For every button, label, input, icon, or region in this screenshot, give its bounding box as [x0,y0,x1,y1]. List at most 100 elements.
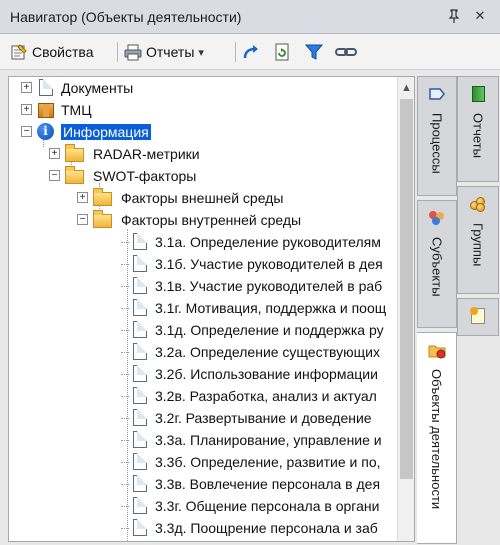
properties-icon [10,43,28,61]
tree-row-document[interactable]: 3.2б. Использование информации [121,363,378,385]
green-book-icon [469,85,487,103]
document-icon [131,519,149,537]
tree-row-label: SWOT-факторы [93,168,197,184]
expand-toggle[interactable]: + [21,82,32,93]
title-bar: Навигатор (Объекты деятельности) ✕ [0,0,500,34]
tree-guide-line [121,505,129,507]
tree-row-document[interactable]: 3.2в. Разработка, анализ и актуал [121,385,377,407]
properties-button[interactable]: Свойства [10,41,93,63]
info-icon: i [37,123,55,141]
tree-row-tmc[interactable]: + ТМЦ [19,99,92,121]
collapse-toggle[interactable]: − [77,214,88,225]
toolbar-separator [117,42,118,62]
tree-guide-line [121,351,129,353]
document-icon [131,497,149,515]
reports-label: Отчеты [146,44,195,60]
document-icon [37,79,55,97]
document-icon [131,409,149,427]
collapse-toggle[interactable]: − [49,170,60,181]
tree-row-internal-factors[interactable]: − Факторы внутренней среды [75,209,301,231]
link-icon [335,43,357,61]
tab-reports[interactable]: Отчеты [457,76,499,182]
document-icon [131,321,149,339]
tree-guide-line [121,307,129,309]
tree-guide-line [121,263,129,265]
tab-label: Отчеты [470,113,486,158]
reports-button[interactable]: Отчеты ▾ [124,41,204,63]
vertical-scrollbar[interactable]: ▲ [397,77,414,541]
expand-toggle[interactable]: + [77,192,88,203]
refresh-document-icon [273,43,291,61]
tree-row-document[interactable]: 3.1в. Участие руководителей в раб [121,275,382,297]
tree-row-label: 3.1а. Определение руководителям [155,234,381,250]
processes-icon [428,85,446,103]
tab-groups[interactable]: Группы [457,186,499,294]
tree-guide-line [121,373,129,375]
link-button[interactable] [335,41,357,63]
tab-label: Субъекты [429,237,445,297]
document-icon [131,255,149,273]
tree-row-document[interactable]: 3.2а. Определение существующих [121,341,380,363]
tab-notes[interactable] [457,298,499,336]
tree-row-document[interactable]: 3.1а. Определение руководителям [121,231,381,253]
tree-row-document[interactable]: 3.3д. Поощрение персонала и заб [121,517,378,539]
properties-label: Свойства [32,44,94,60]
refresh-button[interactable] [273,41,291,63]
coins-icon [469,195,487,213]
tree-row-document[interactable]: 3.3в. Вовлечение персонала в дея [121,473,380,495]
tree-row-label: ТМЦ [61,102,92,118]
tree-row-label: 3.1г. Мотивация, поддержка и поощ [155,300,387,316]
note-icon [469,307,487,325]
document-icon [131,365,149,383]
tree-row-document[interactable]: 3.3а. Планирование, управление и [121,429,382,451]
tree-row-documents[interactable]: + Документы [19,77,133,99]
tab-activity-objects[interactable]: Объекты деятельности [417,332,457,544]
document-icon [131,343,149,361]
document-icon [131,277,149,295]
collapse-toggle[interactable]: − [21,126,32,137]
expand-toggle[interactable]: + [49,148,60,159]
folder-icon [65,166,87,185]
tree-row-label: 3.3б. Определение, развитие и по, [155,454,381,470]
tree-row-label: 3.2в. Разработка, анализ и актуал [155,388,377,404]
tree-row-label: Факторы внешней среды [121,190,284,206]
tree-row-document[interactable]: 3.3г. Общение персонала в органи [121,495,379,517]
tree-row-external-factors[interactable]: + Факторы внешней среды [75,187,283,209]
tree-row-document[interactable]: 3.3б. Определение, развитие и по, [121,451,381,473]
document-icon [131,387,149,405]
tree-row-document[interactable]: 3.1д. Определение и поддержка ру [121,319,384,341]
tree-row-document[interactable]: 3.1б. Участие руководителей в дея [121,253,383,275]
folder-icon [93,188,115,207]
tab-subjects[interactable]: Субъекты [417,200,457,328]
box-icon [37,101,55,119]
document-icon [131,475,149,493]
tree-row-label: 3.1в. Участие руководителей в раб [155,278,383,294]
scrollbar-thumb[interactable] [400,99,413,479]
tree-row-document[interactable]: 3.2г. Развертывание и доведение [121,407,372,429]
tree-row-label: Информация [61,124,151,140]
tab-label: Группы [470,223,486,267]
tab-label: Процессы [429,113,445,174]
tree-guide-line [121,439,129,441]
objects-icon [428,341,446,359]
expand-toggle[interactable]: + [21,104,32,115]
tree-guide-line [121,285,129,287]
document-icon [131,299,149,317]
pin-icon[interactable] [446,8,462,24]
navigate-button[interactable] [242,41,260,63]
document-icon [131,431,149,449]
filter-button[interactable] [304,41,324,63]
tree-row-radar-metrics[interactable]: + RADAR-метрики [47,143,200,165]
tree-row-label: 3.1б. Участие руководителей в дея [155,256,383,272]
tree-row-label: Документы [61,80,134,96]
navigator-tree[interactable]: + Документы + ТМЦ − i Информация + RADAR… [8,76,415,542]
tab-processes[interactable]: Процессы [417,76,457,196]
tree-row-swot-factors[interactable]: − SWOT-факторы [47,165,196,187]
tree-row-label: 3.3а. Планирование, управление и [155,432,382,448]
close-icon[interactable]: ✕ [472,8,488,24]
tree-row-information[interactable]: − i Информация [19,121,151,143]
scroll-up-arrow-icon[interactable]: ▲ [398,79,414,97]
tree-row-label: 3.2а. Определение существующих [155,344,380,360]
tab-label: Объекты деятельности [429,369,444,510]
tree-row-document[interactable]: 3.1г. Мотивация, поддержка и поощ [121,297,386,319]
